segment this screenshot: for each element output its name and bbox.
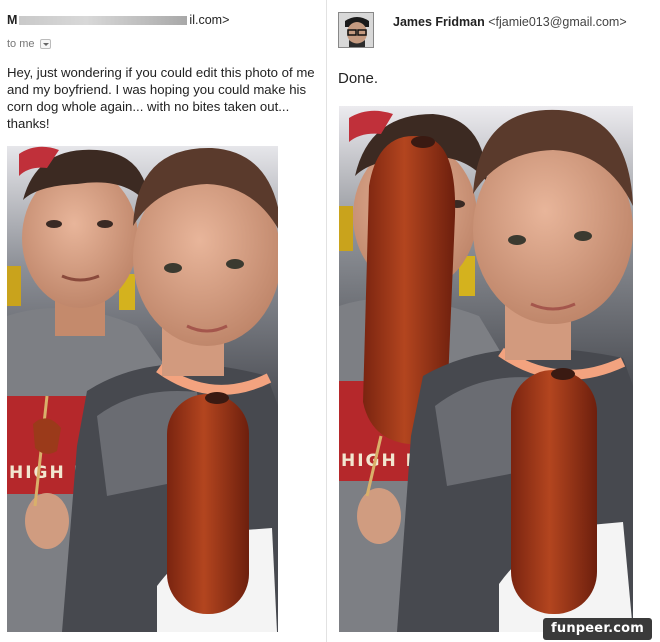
sender-avatar[interactable] xyxy=(338,12,374,48)
sender-email-suffix: il.com> xyxy=(189,13,230,27)
sender-name-initial: M xyxy=(7,13,18,27)
shirt-print-text: HIGH L xyxy=(341,451,419,471)
site-watermark: funpeer.com xyxy=(543,618,652,640)
reply-sender-name: James Fridman xyxy=(393,15,485,29)
original-email-panel: Mil.com> to me Hey, just wondering if yo… xyxy=(0,0,322,642)
reply-message-body: Done. xyxy=(338,70,379,87)
reply-sender-line[interactable]: James Fridman <fjamie013@gmail.com> xyxy=(393,15,627,29)
edited-photo: HIGH L xyxy=(339,106,633,632)
reply-sender-email: <fjamie013@gmail.com> xyxy=(488,15,627,29)
sender-line[interactable]: Mil.com> xyxy=(7,13,229,27)
email-message-body: Hey, just wondering if you could edit th… xyxy=(7,65,315,131)
couple-selfie-original-image: HIGH L xyxy=(7,146,278,632)
redacted-sender-bar xyxy=(19,16,188,25)
recipient-label: to me xyxy=(7,38,35,50)
couple-selfie-edited-image: HIGH L xyxy=(339,106,633,632)
panel-divider xyxy=(326,0,327,642)
person-avatar-icon xyxy=(339,13,373,47)
original-photo: HIGH L xyxy=(7,146,278,632)
details-dropdown-button[interactable] xyxy=(39,39,51,49)
recipient-line: to me xyxy=(7,38,51,50)
